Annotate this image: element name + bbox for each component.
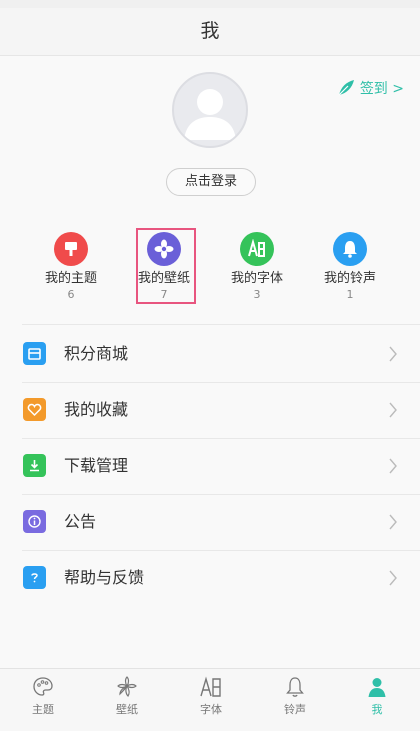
tab-me[interactable]: 我 [347,675,407,717]
chevron-right-icon [389,402,397,418]
quick-my-themes[interactable]: 我的主题 6 [31,232,111,302]
leaf-icon [338,80,354,96]
tab-wallpapers[interactable]: 壁纸 [97,675,157,717]
quick-my-fonts[interactable]: 我的字体 3 [217,232,297,302]
menu-item-favorites[interactable]: 我的收藏 [0,382,420,438]
menu-item-download-manager[interactable]: 下载管理 [0,438,420,494]
menu-label: 公告 [64,512,97,531]
person-placeholder-icon [184,89,236,140]
bell-icon [286,677,304,697]
page-title: 我 [200,20,220,42]
bottom-tab-bar: 主题 壁纸 字体 铃声 我 [0,668,420,731]
tab-ringtones[interactable]: 铃声 [265,675,325,717]
tab-label: 字体 [200,703,222,716]
quick-count: 6 [67,288,75,301]
help-icon [23,566,46,589]
top-bar: 我 [0,8,420,56]
divider [22,324,420,325]
profile-content: 签到 > 点击登录 我的主题 6 我的壁纸 7 我的字体 3 我的铃声 1 积分… [0,56,420,668]
tab-fonts[interactable]: 字体 [181,675,241,717]
menu-label: 积分商城 [64,344,129,363]
tab-label: 铃声 [284,703,306,716]
bell-icon [333,232,367,266]
chevron-right-icon [389,346,397,362]
quick-count: 3 [253,288,261,301]
flower-icon [117,676,137,697]
heart-icon [23,398,46,421]
menu-label: 我的收藏 [64,400,129,419]
tab-label: 我 [371,703,383,716]
quick-label: 我的字体 [230,271,283,286]
highlight-box [136,228,196,304]
info-icon [23,510,46,533]
tab-themes[interactable]: 主题 [13,675,73,717]
avatar[interactable] [172,72,248,148]
chevron-right-icon [389,570,397,586]
status-bar [0,0,420,8]
menu-label: 帮助与反馈 [64,568,145,587]
menu-item-points-mall[interactable]: 积分商城 [0,326,420,382]
chevron-right-icon [389,458,397,474]
quick-count: 1 [346,288,354,301]
quick-label: 我的主题 [44,271,97,286]
font-icon [200,676,221,697]
quick-label: 我的铃声 [323,271,376,286]
theme-icon [54,232,88,266]
download-icon [23,454,46,477]
palette-icon [33,677,53,696]
menu-item-announcement[interactable]: 公告 [0,494,420,550]
menu-item-help-feedback[interactable]: 帮助与反馈 [0,550,420,606]
tab-label: 主题 [32,703,54,716]
quick-my-ringtones[interactable]: 我的铃声 1 [310,232,390,302]
chevron-right-icon [389,514,397,530]
signin-button[interactable]: 签到 > [336,78,404,98]
signin-label: 签到 > [359,81,404,97]
store-icon [23,342,46,365]
login-button[interactable]: 点击登录 [166,168,256,196]
menu-label: 下载管理 [64,456,129,475]
tab-label: 壁纸 [116,703,138,716]
person-icon [368,678,386,697]
font-icon [240,232,274,266]
